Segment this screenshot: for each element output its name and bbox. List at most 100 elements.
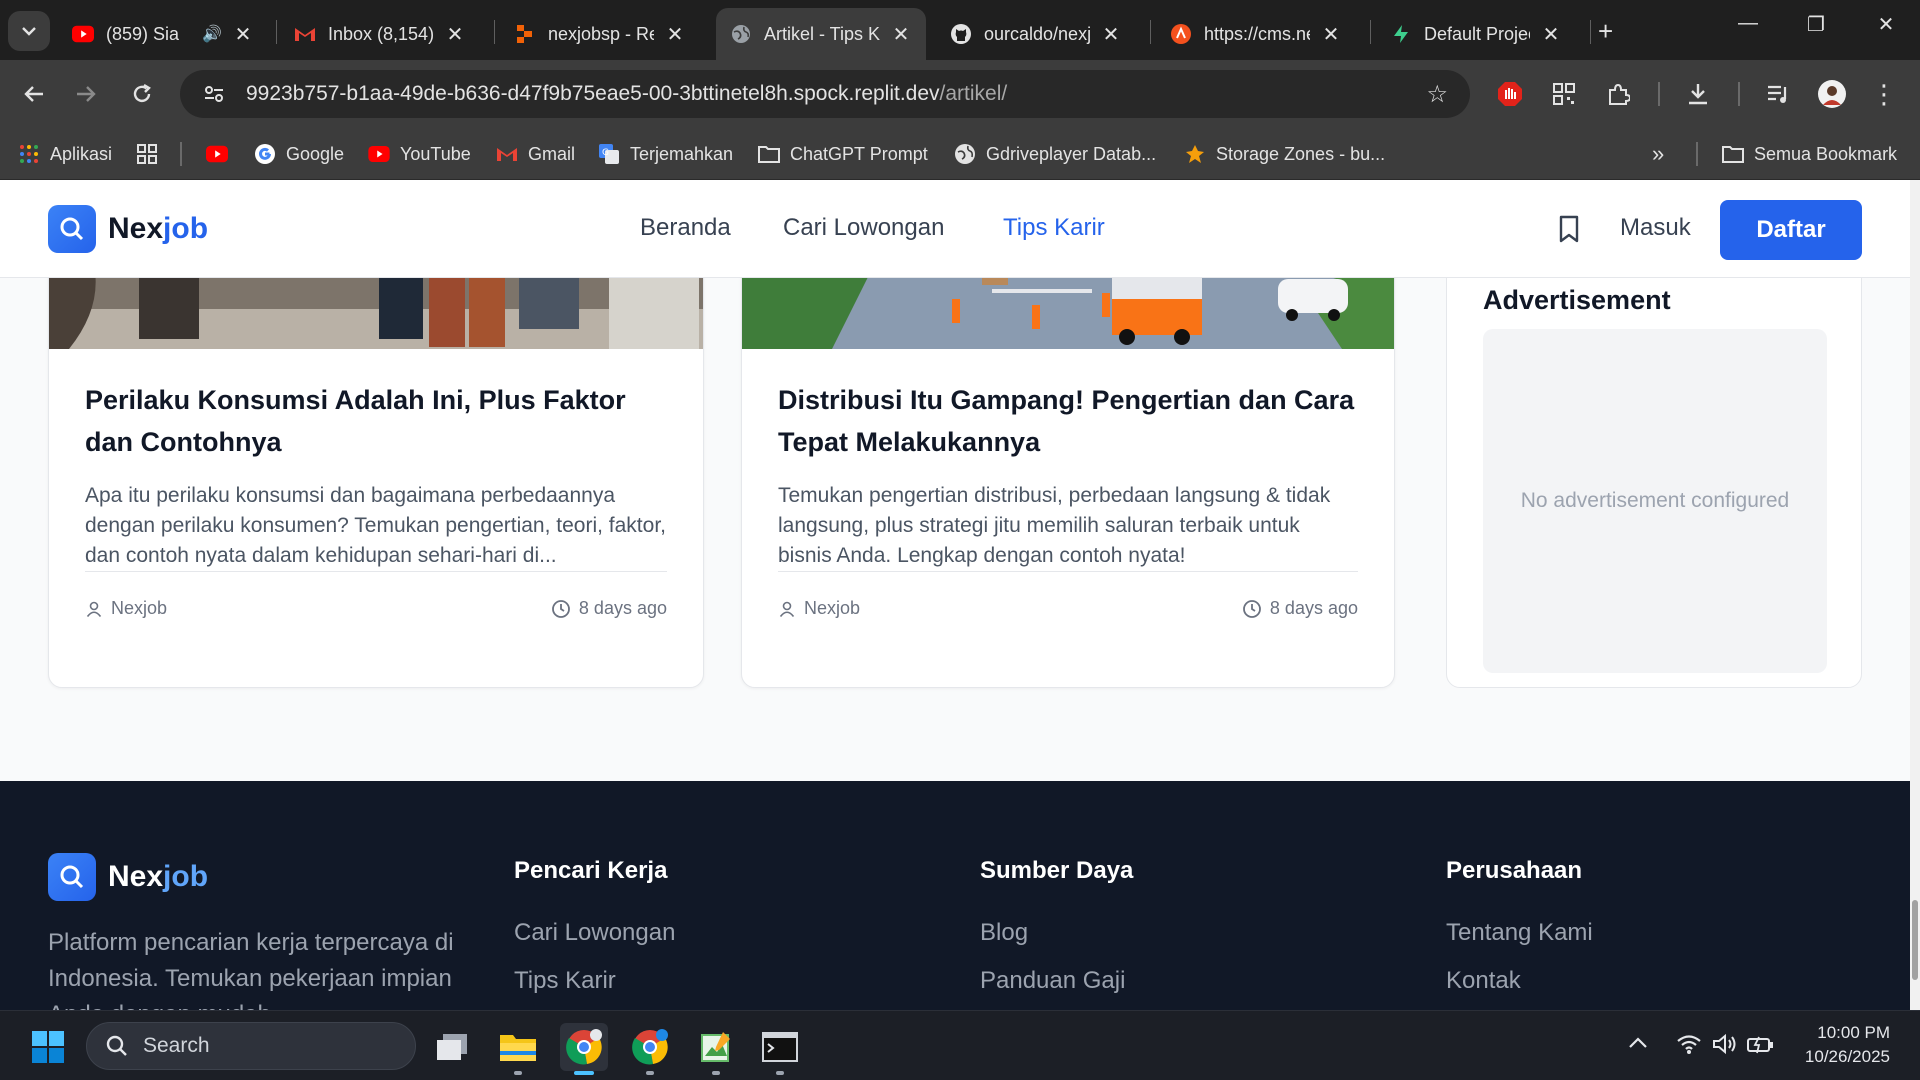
footer-link[interactable]: Blog <box>980 909 1133 957</box>
taskbar-search[interactable]: Search <box>86 1022 416 1070</box>
bookmark-gmail[interactable]: Gmail <box>496 140 575 168</box>
bookmark-gdriveplayer[interactable]: Gdriveplayer Datab... <box>954 140 1156 168</box>
youtube-icon <box>206 143 228 165</box>
browser-tab-strip: (859) Sia 🔊 ✕ Inbox (8,154) ✕ nexjobsp -… <box>0 0 1920 60</box>
footer-column-perusahaan: Perusahaan Tentang Kami Kontak <box>1446 857 1593 1005</box>
star-icon[interactable]: ☆ <box>1426 80 1448 109</box>
bookmark-chatgpt-prompt[interactable]: ChatGPT Prompt <box>758 140 928 168</box>
restore-button[interactable]: ❐ <box>1796 12 1836 37</box>
bookmark-youtube[interactable]: YouTube <box>368 140 471 168</box>
tab-supabase[interactable]: Default Projec ✕ <box>1376 8 1576 60</box>
minimize-button[interactable]: — <box>1728 12 1768 35</box>
show-hidden-icons-chevron-icon[interactable] <box>1628 1033 1648 1056</box>
close-tab-icon[interactable]: ✕ <box>232 22 254 47</box>
wifi-icon[interactable] <box>1676 1033 1702 1061</box>
article-card[interactable]: Distribusi Itu Gampang! Pengertian dan C… <box>741 278 1395 688</box>
tab-search-button[interactable] <box>8 11 50 51</box>
article-time: 8 days ago <box>551 598 667 619</box>
chrome-profile-taskbar-button[interactable] <box>626 1023 674 1071</box>
footer-link[interactable]: Cari Lowongan <box>514 909 675 957</box>
tab-artikel-active[interactable]: Artikel - Tips K ✕ <box>716 8 926 60</box>
footer-description: Platform pencarian kerja terpercaya di I… <box>48 929 454 1010</box>
system-clock[interactable]: 10:00 PM 10/26/2025 <box>1805 1021 1890 1069</box>
footer-link[interactable]: Panduan Gaji <box>980 957 1133 1005</box>
task-view-button[interactable] <box>428 1023 476 1071</box>
page-scrollbar[interactable] <box>1910 180 1920 1010</box>
battery-icon[interactable] <box>1746 1033 1774 1061</box>
bookmark-label: Aplikasi <box>50 143 113 164</box>
bookmark-label: ChatGPT Prompt <box>790 143 928 164</box>
chrome-taskbar-button[interactable] <box>560 1023 608 1071</box>
close-tab-icon[interactable]: ✕ <box>1100 22 1122 47</box>
footer-link[interactable]: Kontak <box>1446 957 1593 1005</box>
new-tab-button[interactable]: + <box>1598 16 1613 47</box>
forward-button[interactable] <box>68 76 104 112</box>
article-author: Nexjob <box>85 598 167 619</box>
tab-gmail[interactable]: Inbox (8,154) ✕ <box>280 8 480 60</box>
bookmark-storage-zones[interactable]: Storage Zones - bu... <box>1184 140 1385 168</box>
bookmark-google[interactable]: Google <box>254 140 344 168</box>
bookmark-youtube-icon-only[interactable] <box>206 140 238 168</box>
tab-replit[interactable]: nexjobsp - Re ✕ <box>500 8 700 60</box>
site-logo[interactable]: Nexjob <box>48 205 208 253</box>
back-button[interactable] <box>16 76 52 112</box>
author-name: Nexjob <box>804 598 861 618</box>
gmail-icon <box>496 143 518 165</box>
article-excerpt: Apa itu perilaku konsumsi dan bagaimana … <box>85 484 666 567</box>
article-time: 8 days ago <box>1242 598 1358 619</box>
reload-button[interactable] <box>124 76 160 112</box>
nav-tips-karir[interactable]: Tips Karir <box>1003 214 1105 242</box>
article-title[interactable]: Distribusi Itu Gampang! Pengertian dan C… <box>778 379 1358 463</box>
nav-beranda[interactable]: Beranda <box>640 214 731 242</box>
footer-link[interactable]: Tips Karir <box>514 957 675 1005</box>
tab-youtube[interactable]: (859) Sia 🔊 ✕ <box>58 8 268 60</box>
adblock-extension-icon[interactable] <box>1494 78 1526 110</box>
bookmarks-overflow-button[interactable]: » <box>1652 140 1664 168</box>
footer-link[interactable]: Tentang Kami <box>1446 909 1593 957</box>
page-scrollbar-thumb[interactable] <box>1912 900 1918 980</box>
bunny-icon <box>1184 143 1206 165</box>
all-bookmarks-folder[interactable]: Semua Bookmark <box>1722 140 1897 168</box>
footer-logo[interactable]: Nexjob <box>48 853 208 901</box>
more-menu-icon[interactable]: ⋮ <box>1868 78 1900 110</box>
close-window-button[interactable]: ✕ <box>1866 12 1906 37</box>
article-meta: Nexjob 8 days ago <box>85 571 667 651</box>
terminal-taskbar-button[interactable] <box>756 1023 804 1071</box>
site-info-icon[interactable] <box>190 84 238 104</box>
bookmark-tab-groups[interactable] <box>136 140 168 168</box>
bookmark-label: Semua Bookmark <box>1754 143 1898 164</box>
extensions-icon[interactable] <box>1602 78 1634 110</box>
login-link[interactable]: Masuk <box>1620 214 1691 242</box>
file-explorer-button[interactable] <box>494 1023 542 1071</box>
url-host: 9923b757-b1aa-49de-b636-d47f9b75eae5-00-… <box>246 82 940 105</box>
bookmark-translate[interactable]: G Terjemahkan <box>598 140 733 168</box>
article-title[interactable]: Perilaku Konsumsi Adalah Ini, Plus Fakto… <box>85 379 667 463</box>
article-card[interactable]: Perilaku Konsumsi Adalah Ini, Plus Fakto… <box>48 278 704 688</box>
close-tab-icon[interactable]: ✕ <box>444 22 466 47</box>
qr-code-icon[interactable] <box>1548 78 1580 110</box>
close-tab-icon[interactable]: ✕ <box>664 22 686 47</box>
media-controls-icon[interactable] <box>1762 78 1794 110</box>
nav-cari-lowongan[interactable]: Cari Lowongan <box>783 214 944 242</box>
notepad-taskbar-button[interactable] <box>692 1023 740 1071</box>
bookmark-apps[interactable]: Aplikasi <box>18 140 112 168</box>
downloads-icon[interactable] <box>1682 78 1714 110</box>
saved-jobs-bookmark-icon[interactable] <box>1555 214 1583 249</box>
folder-icon <box>758 143 780 165</box>
cms-icon <box>1170 23 1192 45</box>
logo-text-nex: Nex <box>108 212 164 245</box>
close-tab-icon[interactable]: ✕ <box>1540 22 1562 47</box>
address-bar[interactable]: 9923b757-b1aa-49de-b636-d47f9b75eae5-00-… <box>180 70 1470 118</box>
volume-icon[interactable] <box>1712 1033 1738 1061</box>
close-tab-icon[interactable]: ✕ <box>1320 22 1342 47</box>
bookmark-label: Storage Zones - bu... <box>1216 143 1386 164</box>
tab-cms[interactable]: https://cms.ne ✕ <box>1156 8 1356 60</box>
tab-groups-icon <box>136 143 158 165</box>
start-button[interactable] <box>24 1023 72 1071</box>
register-button[interactable]: Daftar <box>1720 200 1862 260</box>
profile-avatar[interactable] <box>1816 78 1848 110</box>
tab-github[interactable]: ourcaldo/nexj ✕ <box>936 8 1136 60</box>
close-tab-icon[interactable]: ✕ <box>890 22 912 47</box>
article-author: Nexjob <box>778 598 860 619</box>
chevron-down-icon <box>22 27 36 36</box>
